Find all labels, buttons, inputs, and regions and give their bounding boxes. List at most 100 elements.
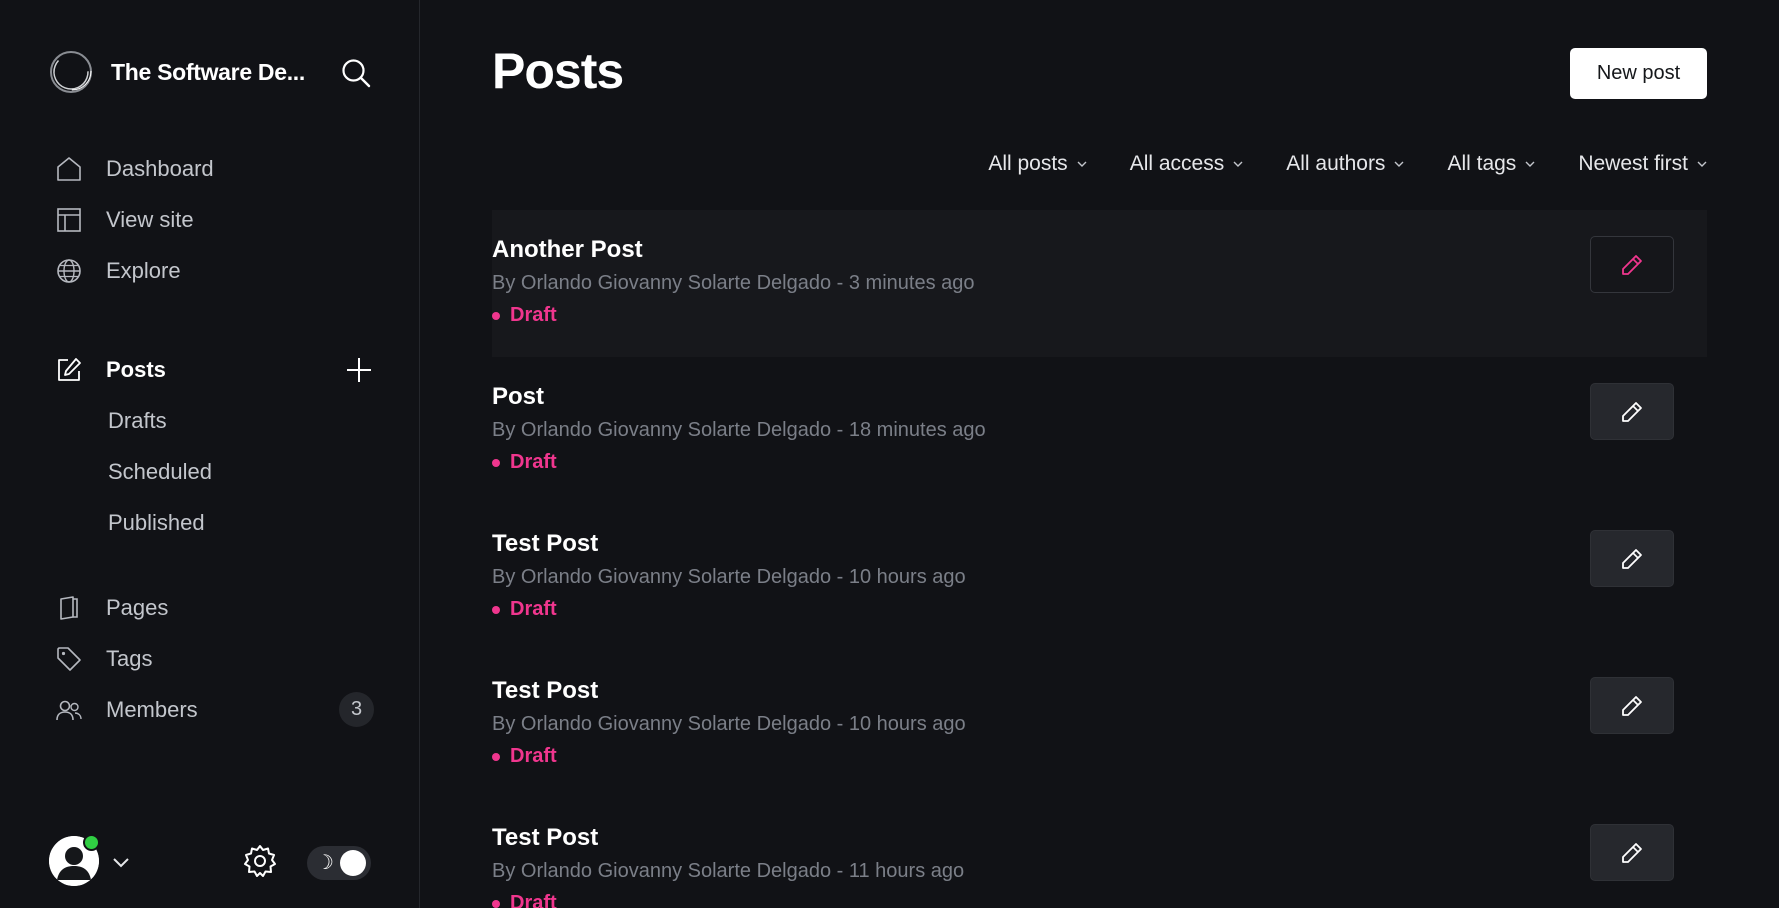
post-meta: By Orlando Giovanny Solarte Delgado - 3 … (492, 272, 975, 294)
nav-posts-label: Posts (106, 357, 166, 382)
filter-authors-label: All authors (1286, 152, 1386, 175)
moon-icon: ☽ (316, 850, 334, 874)
nav-pages[interactable]: Pages (56, 590, 168, 626)
post-title[interactable]: Another Post (492, 236, 643, 264)
post-meta: By Orlando Giovanny Solarte Delgado - 10… (492, 713, 966, 735)
filter-sort-label: Newest first (1578, 152, 1688, 175)
new-post-button[interactable]: New post (1570, 48, 1707, 99)
page-icon (56, 595, 82, 621)
nav-dashboard-label: Dashboard (106, 156, 214, 181)
search-button[interactable] (340, 57, 372, 89)
chevron-down-icon (1525, 161, 1535, 167)
post-meta: By Orlando Giovanny Solarte Delgado - 10… (492, 566, 966, 588)
status-badge: Draft (492, 892, 557, 908)
settings-button[interactable] (243, 844, 277, 878)
filter-sort[interactable]: Newest first (1578, 152, 1708, 176)
members-icon (56, 697, 82, 723)
home-icon (56, 156, 82, 182)
edit-post-button[interactable] (1590, 383, 1674, 440)
nav-members-label: Members (106, 697, 198, 722)
nav-members[interactable]: Members (56, 692, 198, 728)
sidebar-item-published[interactable]: Published (108, 510, 205, 536)
layout-icon (56, 207, 82, 233)
chevron-down-icon (1697, 161, 1707, 167)
edit-icon (56, 357, 82, 383)
filter-bar: All posts All access All authors All tag… (946, 152, 1708, 176)
add-post-button[interactable] (345, 356, 373, 384)
theme-toggle[interactable]: ☽ (307, 846, 371, 880)
status-badge: Draft (492, 598, 557, 621)
globe-icon (56, 258, 82, 284)
edit-post-button[interactable] (1590, 530, 1674, 587)
sidebar-footer: ☽ (49, 834, 379, 888)
post-title[interactable]: Test Post (492, 824, 598, 852)
status-label: Draft (510, 892, 557, 908)
nav-pages-label: Pages (106, 595, 169, 620)
status-badge: Draft (492, 745, 557, 768)
brand-logo-icon (50, 51, 92, 93)
pencil-icon (1622, 842, 1642, 863)
post-meta: By Orlando Giovanny Solarte Delgado - 11… (492, 860, 965, 882)
nav-posts[interactable]: Posts (56, 352, 166, 388)
post-title[interactable]: Test Post (492, 677, 598, 705)
filter-access-label: All access (1129, 152, 1225, 175)
online-status-dot (83, 834, 100, 851)
chevron-down-icon (1394, 161, 1404, 167)
chevron-down-icon (1077, 161, 1087, 167)
status-badge: Draft (492, 451, 557, 474)
filter-authors[interactable]: All authors (1286, 152, 1405, 176)
members-count-badge: 3 (339, 692, 374, 727)
plus-icon (347, 358, 371, 382)
post-row[interactable]: Post By Orlando Giovanny Solarte Delgado… (492, 357, 1707, 504)
sidebar-item-scheduled[interactable]: Scheduled (108, 459, 212, 485)
nav-tags-label: Tags (106, 646, 153, 671)
nav-dashboard[interactable]: Dashboard (56, 151, 214, 187)
status-dot (492, 899, 500, 908)
main-content: Posts New post All posts All access All … (420, 0, 1779, 908)
status-label: Draft (510, 745, 557, 767)
status-label: Draft (510, 598, 557, 620)
toggle-knob (340, 850, 366, 876)
page-title: Posts (492, 43, 624, 99)
status-dot (492, 605, 500, 614)
status-label: Draft (510, 304, 557, 326)
nav-view-site-label: View site (106, 207, 194, 232)
nav-tags[interactable]: Tags (56, 641, 152, 677)
post-row[interactable]: Test Post By Orlando Giovanny Solarte De… (492, 798, 1707, 908)
edit-post-button[interactable] (1590, 236, 1674, 293)
filter-type[interactable]: All posts (988, 152, 1087, 176)
pencil-icon (1622, 254, 1642, 275)
post-meta: By Orlando Giovanny Solarte Delgado - 18… (492, 419, 986, 441)
chevron-down-icon[interactable] (111, 852, 131, 872)
pencil-icon (1622, 401, 1642, 422)
gear-icon (244, 845, 276, 877)
filter-tags[interactable]: All tags (1447, 152, 1536, 176)
post-list: Another Post By Orlando Giovanny Solarte… (492, 210, 1707, 908)
post-row[interactable]: Test Post By Orlando Giovanny Solarte De… (492, 504, 1707, 651)
filter-type-label: All posts (988, 152, 1068, 175)
post-row[interactable]: Another Post By Orlando Giovanny Solarte… (492, 210, 1707, 357)
filter-access[interactable]: All access (1130, 152, 1245, 176)
tag-icon (56, 646, 82, 672)
status-dot (492, 311, 500, 320)
status-dot (492, 458, 500, 467)
pencil-icon (1622, 548, 1642, 569)
edit-post-button[interactable] (1590, 824, 1674, 881)
status-label: Draft (510, 451, 557, 473)
search-icon (342, 59, 371, 88)
sidebar-item-drafts[interactable]: Drafts (108, 408, 167, 434)
edit-post-button[interactable] (1590, 677, 1674, 734)
filter-tags-label: All tags (1447, 152, 1517, 175)
post-title[interactable]: Test Post (492, 530, 598, 558)
sidebar: The Software De... Dashboard View site E… (0, 0, 420, 908)
post-title[interactable]: Post (492, 383, 544, 411)
pencil-icon (1622, 695, 1642, 716)
status-dot (492, 752, 500, 761)
brand-name: The Software De... (111, 58, 305, 85)
nav-explore[interactable]: Explore (56, 253, 181, 289)
nav-view-site[interactable]: View site (56, 202, 194, 238)
post-row[interactable]: Test Post By Orlando Giovanny Solarte De… (492, 651, 1707, 798)
chevron-down-icon (1233, 161, 1243, 167)
brand[interactable]: The Software De... (49, 50, 311, 94)
status-badge: Draft (492, 304, 557, 327)
